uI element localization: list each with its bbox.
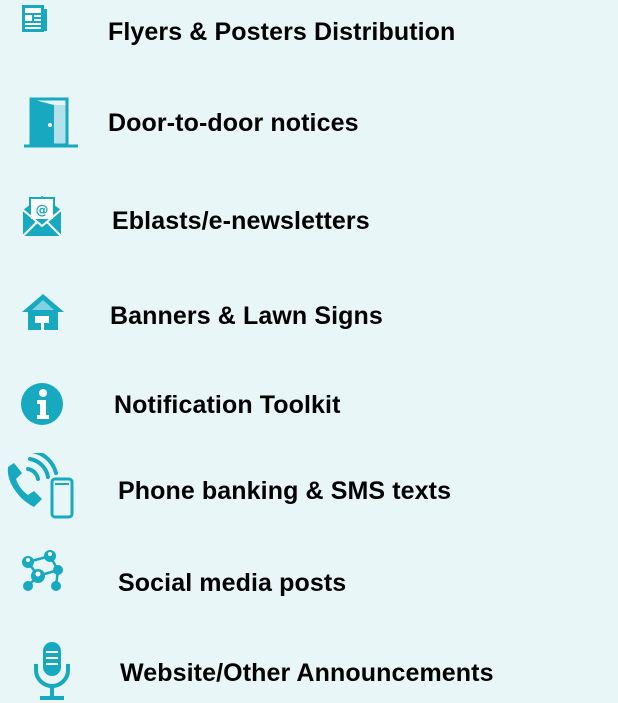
list-item: Phone banking & SMS texts (0, 453, 618, 519)
info-icon (21, 383, 63, 425)
microphone-icon (34, 642, 70, 700)
item-label: Flyers & Posters Distribution (108, 18, 456, 46)
list-item: Door-to-door notices (0, 95, 618, 155)
item-label: Phone banking & SMS texts (118, 477, 452, 505)
list-item: Social media posts (0, 548, 618, 608)
list-item: Banners & Lawn Signs (0, 288, 618, 348)
newspaper-icon (22, 5, 47, 32)
item-label: Eblasts/e-newsletters (112, 207, 370, 235)
phone-sms-icon (7, 453, 74, 519)
svg-text:@: @ (36, 203, 49, 218)
item-label: Banners & Lawn Signs (110, 302, 383, 330)
item-label: Door-to-door notices (108, 109, 359, 137)
item-label: Website/Other Announcements (120, 659, 494, 687)
door-icon (24, 97, 78, 148)
list-item: Notification Toolkit (0, 378, 618, 438)
item-label: Notification Toolkit (114, 391, 341, 419)
list-item: Website/Other Announcements (0, 640, 618, 700)
list-item: Flyers & Posters Distribution (0, 2, 618, 62)
house-sign-icon (22, 294, 64, 330)
email-envelope-icon: @ (22, 196, 62, 237)
list-item: @ Eblasts/e-newsletters (0, 192, 618, 252)
social-network-icon (22, 550, 63, 591)
item-label: Social media posts (118, 569, 347, 597)
